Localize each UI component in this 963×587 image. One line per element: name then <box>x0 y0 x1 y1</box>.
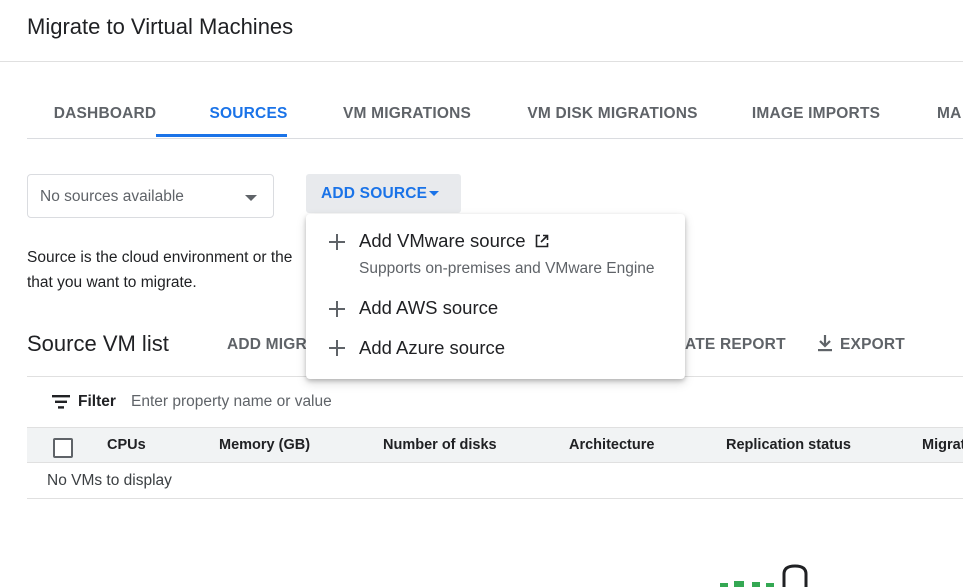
menu-item-add-azure-source[interactable]: Add Azure source <box>306 334 685 366</box>
source-vm-list-title: Source VM list <box>27 331 169 356</box>
filter-icon <box>52 395 70 409</box>
create-report-button[interactable]: ATE REPORT <box>685 333 786 357</box>
add-source-menu: Add VMware source Supports on-premises a… <box>306 214 685 379</box>
table-header: CPUs Memory (GB) Number of disks Archite… <box>27 427 963 463</box>
menu-item-label: Add Azure source <box>359 337 506 358</box>
filter-bar: Filter <box>27 386 963 418</box>
column-header-migration[interactable]: Migrat <box>922 428 963 462</box>
plus-icon <box>329 301 345 317</box>
filter-input[interactable] <box>131 389 531 415</box>
source-select-value: No sources available <box>40 188 184 205</box>
column-header-memory[interactable]: Memory (GB) <box>219 428 310 462</box>
download-icon <box>818 335 832 352</box>
tab-truncated[interactable]: MA <box>937 92 963 137</box>
column-header-number-of-disks[interactable]: Number of disks <box>383 428 497 462</box>
tab-vm-migrations[interactable]: VM MIGRATIONS <box>314 92 500 137</box>
source-select[interactable]: No sources available <box>27 174 274 218</box>
column-header-cpus[interactable]: CPUs <box>107 428 146 462</box>
export-button[interactable]: EXPORT <box>816 333 905 357</box>
empty-table-message: No VMs to display <box>47 472 172 489</box>
plus-icon <box>329 340 345 356</box>
menu-item-sublabel: Supports on-premises and VMware Engine <box>359 260 655 277</box>
page-title: Migrate to Virtual Machines <box>27 14 294 39</box>
tab-bar: DASHBOARD SOURCES VM MIGRATIONS VM DISK … <box>27 92 963 139</box>
add-source-label: ADD SOURCE <box>321 185 428 202</box>
column-header-replication-status[interactable]: Replication status <box>726 428 851 462</box>
menu-item-add-vmware-source[interactable]: Add VMware source Supports on-premises a… <box>306 228 685 284</box>
dropdown-arrow-icon <box>245 195 257 201</box>
tab-vm-disk-migrations[interactable]: VM DISK MIGRATIONS <box>500 92 725 137</box>
tab-dashboard[interactable]: DASHBOARD <box>27 92 183 137</box>
menu-item-label: Add AWS source <box>359 297 499 318</box>
filter-label: Filter <box>78 393 116 410</box>
title-divider <box>0 61 963 62</box>
add-source-button[interactable]: ADD SOURCE <box>306 174 461 213</box>
select-all-checkbox[interactable] <box>53 438 73 458</box>
active-tab-indicator <box>156 134 287 137</box>
export-label: EXPORT <box>840 336 905 353</box>
add-migration-button[interactable]: ADD MIGRA <box>227 333 318 357</box>
tab-sources[interactable]: SOURCES <box>183 92 314 137</box>
table-empty-row: No VMs to display <box>27 463 963 499</box>
dropdown-arrow-icon <box>429 191 439 196</box>
open-in-new-icon <box>535 234 548 248</box>
column-header-architecture[interactable]: Architecture <box>569 428 654 462</box>
tab-image-imports[interactable]: IMAGE IMPORTS <box>725 92 907 137</box>
empty-state-illustration <box>700 560 820 587</box>
plus-icon <box>329 234 345 250</box>
menu-item-add-aws-source[interactable]: Add AWS source <box>306 294 685 326</box>
menu-item-label: Add VMware source <box>359 230 549 252</box>
